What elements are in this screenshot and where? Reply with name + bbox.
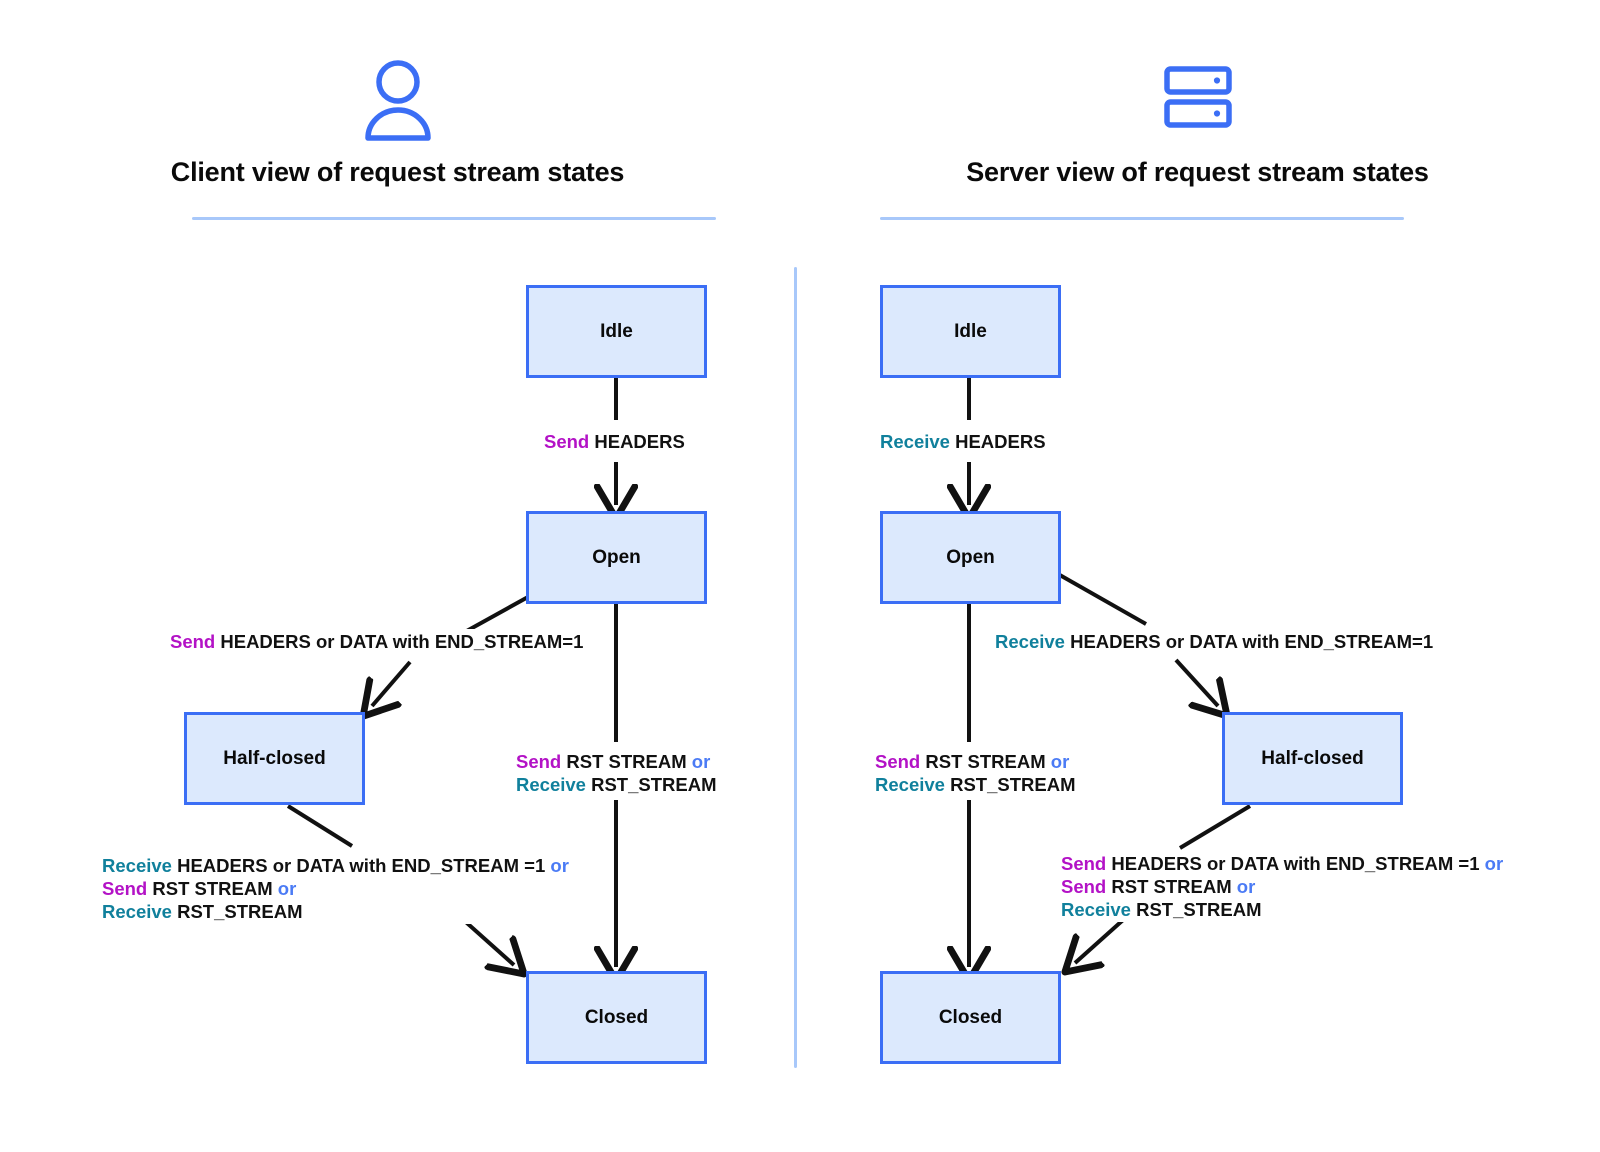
state-box-idle-server[interactable]: Idle [880, 285, 1061, 378]
label-run: HEADERS or DATA with END_STREAM=1 [215, 631, 584, 652]
edge-label-open-closed-client: Send RST STREAM or Receive RST_STREAM [514, 749, 719, 797]
label-run: RST_STREAM [1130, 899, 1262, 920]
panel-divider [794, 267, 797, 1068]
server-title-rule [880, 217, 1404, 220]
state-label: Closed [938, 1006, 1003, 1028]
label-run: Send [170, 631, 216, 652]
label-run: HEADERS or DATA with END_STREAM=1 [1064, 631, 1434, 652]
edge-label-idle-open-server: Receive HEADERS [878, 429, 1048, 454]
user-icon [364, 60, 431, 141]
label-run: Receive [880, 431, 950, 452]
label-run: RST STREAM [147, 878, 278, 899]
label-run: Receive [102, 901, 172, 922]
label-run: or [1236, 876, 1256, 897]
client-icon-wrap [0, 58, 795, 142]
label-run: RST_STREAM [171, 901, 303, 922]
label-run: Receive [516, 774, 586, 795]
edge-label-half-closed-client: Receive HEADERS or DATA with END_STREAM … [100, 853, 571, 924]
server-panel-title: Server view of request stream states [966, 157, 1429, 187]
state-label: Idle [954, 320, 987, 342]
label-run: Receive [995, 631, 1065, 652]
server-icon-wrap [795, 58, 1600, 136]
label-run: or [691, 751, 711, 772]
label-run: Receive [102, 855, 172, 876]
state-label: Half-closed [223, 747, 326, 769]
state-label: Open [946, 546, 995, 568]
state-box-half-closed-server[interactable]: Half-closed [1222, 712, 1403, 805]
state-box-closed-client[interactable]: Closed [526, 971, 707, 1064]
label-run: Send [1061, 876, 1107, 897]
label-run: RST_STREAM [944, 774, 1076, 795]
state-box-idle-client[interactable]: Idle [526, 285, 707, 378]
label-run: Send [102, 878, 148, 899]
edge-label-idle-open-client: Send HEADERS [542, 429, 687, 454]
state-box-closed-server[interactable]: Closed [880, 971, 1061, 1064]
label-run: Receive [1061, 899, 1131, 920]
label-run: or [550, 855, 569, 876]
label-run: HEADERS [949, 431, 1046, 452]
label-run: or [1484, 853, 1504, 874]
label-run: RST_STREAM [585, 774, 717, 795]
label-run: HEADERS [589, 431, 685, 452]
label-run: Send [1061, 853, 1107, 874]
label-run: HEADERS or DATA with END_STREAM =1 [1106, 853, 1485, 874]
state-box-open-server[interactable]: Open [880, 511, 1061, 604]
server-icon [1163, 66, 1232, 128]
edge-label-open-half-client: Send HEADERS or DATA with END_STREAM=1 [168, 629, 586, 654]
server-panel: Server view of request stream states Idl… [795, 0, 1600, 1152]
label-run: or [1050, 751, 1070, 772]
state-label: Open [592, 546, 641, 568]
label-run: Receive [875, 774, 945, 795]
label-run: RST STREAM [920, 751, 1051, 772]
edge-label-open-half-server: Receive HEADERS or DATA with END_STREAM=… [993, 629, 1436, 654]
edge-label-half-closed-server: Send HEADERS or DATA with END_STREAM =1 … [1059, 851, 1506, 922]
label-run: or [277, 878, 297, 899]
edge-label-open-closed-server: Send RST STREAM or Receive RST_STREAM [873, 749, 1078, 797]
state-label: Idle [600, 320, 633, 342]
state-box-open-client[interactable]: Open [526, 511, 707, 604]
label-run: RST STREAM [561, 751, 692, 772]
label-run: Send [516, 751, 562, 772]
state-label: Half-closed [1261, 747, 1364, 769]
label-run: HEADERS or DATA with END_STREAM =1 [171, 855, 551, 876]
client-title-rule [192, 217, 716, 220]
client-panel-title: Client view of request stream states [170, 157, 625, 187]
state-box-half-closed-client[interactable]: Half-closed [184, 712, 365, 805]
label-run: Send [544, 431, 590, 452]
state-label: Closed [584, 1006, 649, 1028]
label-run: Send [875, 751, 921, 772]
label-run: RST STREAM [1106, 876, 1237, 897]
client-panel: Client view of request stream states Idl… [0, 0, 795, 1152]
